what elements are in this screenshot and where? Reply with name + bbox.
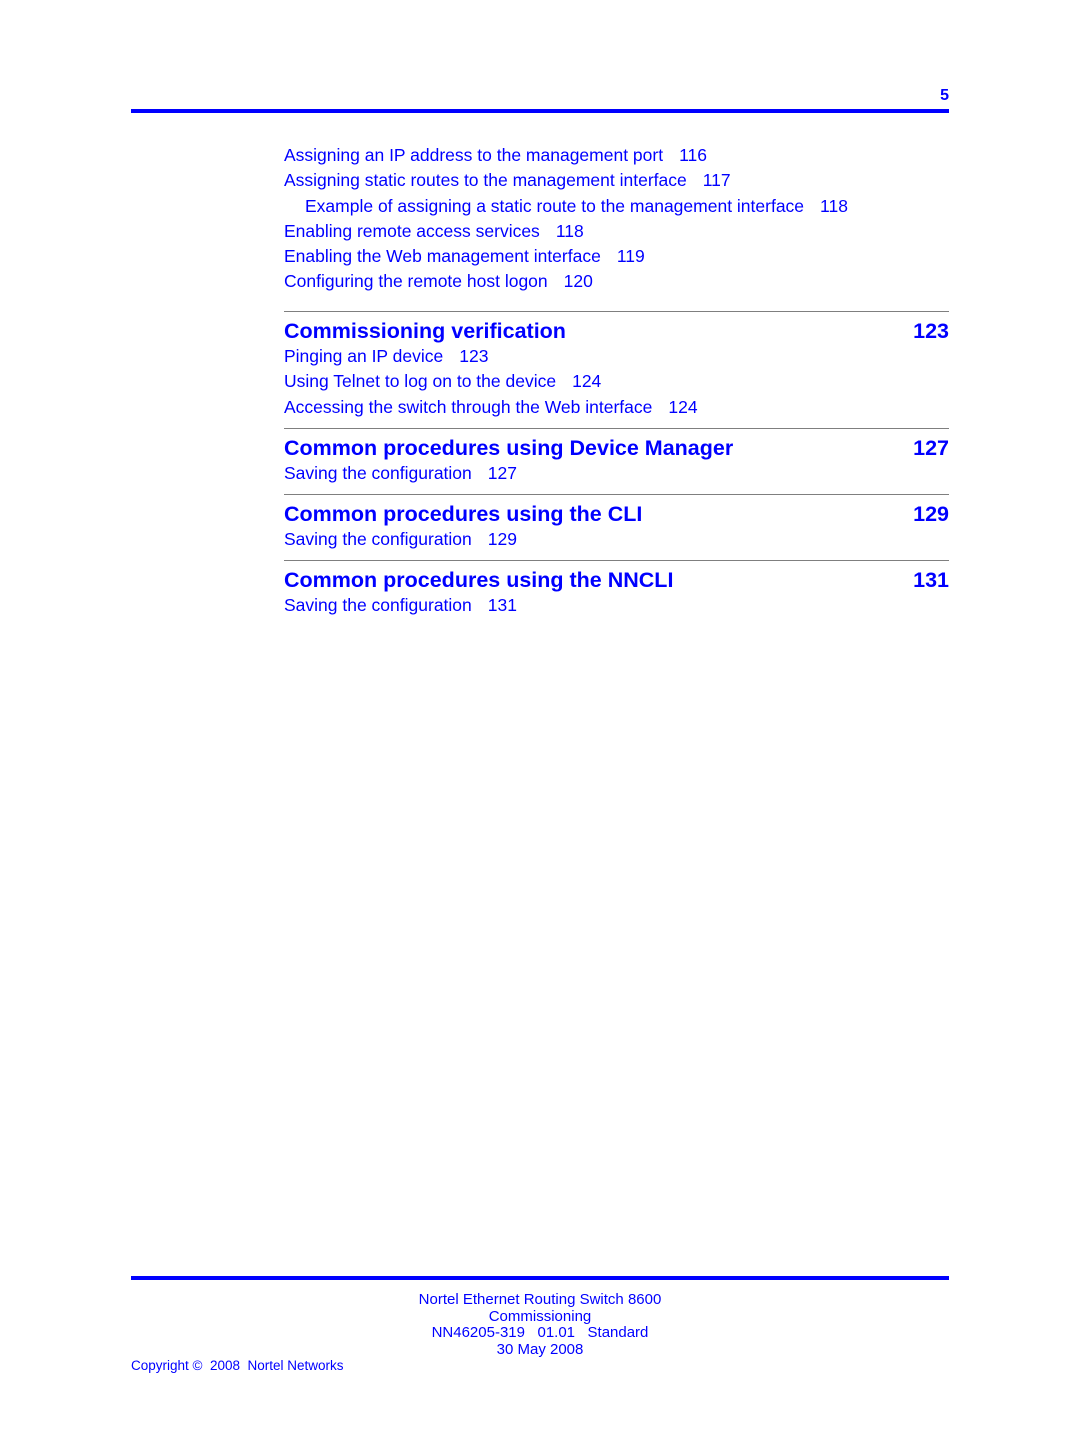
page-number: 5 (940, 87, 949, 104)
toc-entry[interactable]: Using Telnet to log on to the device 124 (284, 369, 949, 394)
chapter-title: Commissioning verification (284, 319, 566, 343)
toc-entry[interactable]: Assigning an IP address to the managemen… (284, 143, 949, 168)
chapter-divider (284, 560, 949, 562)
toc-entry-page: 117 (702, 170, 731, 191)
toc-chapter-group: Common procedures using Device Manager 12… (284, 427, 949, 486)
toc-lead-group: Assigning an IP address to the managemen… (284, 143, 949, 303)
chapter-divider (284, 494, 949, 496)
footer-rule (131, 1276, 949, 1280)
toc-chapter-heading[interactable]: Commissioning verification 123 (284, 318, 949, 344)
toc-entry-page: 127 (487, 462, 517, 483)
toc-entry[interactable]: Saving the configuration 131 (284, 593, 949, 618)
toc-subentry[interactable]: Example of assigning a static route to t… (284, 194, 949, 219)
toc-entry-title: Accessing the switch through the Web int… (284, 396, 653, 417)
toc-entry[interactable]: Configuring the remote host logon 120 (284, 269, 949, 294)
footer-date: 30 May 2008 (496, 1340, 584, 1358)
toc-entry-page: 120 (563, 271, 593, 292)
toc-entry-page: 116 (679, 145, 707, 165)
toc-entry-title: Saving the configuration (284, 462, 472, 483)
toc-entry-page: 118 (555, 220, 584, 241)
chapter-page: 123 (913, 319, 949, 343)
toc-entry-page: 118 (820, 195, 848, 216)
toc-entry-page: 129 (487, 529, 517, 550)
footer-doc-title: Commissioning (488, 1307, 592, 1325)
toc-entry-title: Enabling remote access services (284, 220, 540, 241)
toc-entry-title: Configuring the remote host logon (284, 271, 548, 292)
toc-entry-page: 124 (668, 396, 698, 417)
toc-entry[interactable]: Pinging an IP device 123 (284, 344, 949, 369)
toc-chapter-group: Common procedures using the NNCLI 131 Sav… (284, 560, 949, 618)
toc-entry-title: Assigning static routes to the managemen… (284, 170, 687, 191)
footer-doc-number: NN46205-319 01.01 Standard (431, 1324, 649, 1341)
toc-chapter-group: Common procedures using the CLI 129 Savin… (284, 494, 949, 552)
chapter-page: 129 (913, 502, 949, 527)
chapter-title: Common procedures using the NNCLI (284, 568, 674, 593)
toc-entry-title: Saving the configuration (284, 595, 472, 616)
toc-entry-title: Enabling the Web management interface (284, 246, 601, 267)
toc-entry-title: Using Telnet to log on to the device (284, 371, 557, 392)
chapter-divider (284, 427, 949, 429)
toc-entry-title: Assigning an IP address to the managemen… (284, 145, 664, 165)
footer-product: Nortel Ethernet Routing Switch 8600 (418, 1291, 662, 1308)
table-of-contents: Assigning an IP address to the managemen… (284, 143, 949, 619)
copyright-notice: Copyright © 2008 Nortel Networks (131, 1358, 344, 1373)
toc-entry-page: 131 (487, 595, 517, 616)
toc-entry-page: 123 (459, 346, 489, 366)
toc-entry[interactable]: Saving the configuration 127 (284, 461, 949, 486)
toc-entry-title: Pinging an IP device (284, 346, 444, 366)
toc-entry-page: 124 (572, 371, 602, 392)
toc-chapter-group: Commissioning verification 123 Pinging an… (284, 311, 949, 420)
toc-entry[interactable]: Enabling remote access services 118 (284, 219, 949, 244)
toc-entry[interactable]: Accessing the switch through the Web int… (284, 395, 949, 420)
chapter-page: 131 (913, 568, 949, 593)
toc-entry-title: Saving the configuration (284, 529, 472, 550)
header-rule (131, 109, 949, 113)
toc-chapter-heading[interactable]: Common procedures using the NNCLI 131 (284, 567, 949, 593)
toc-entry-title: Example of assigning a static route to t… (305, 195, 805, 216)
chapter-title: Common procedures using Device Manager (284, 435, 734, 460)
toc-entry[interactable]: Assigning static routes to the managemen… (284, 168, 949, 193)
toc-entry-page: 119 (616, 246, 645, 267)
toc-chapter-heading[interactable]: Common procedures using Device Manager 12… (284, 435, 949, 461)
chapter-divider (284, 311, 949, 312)
toc-entry[interactable]: Saving the configuration 129 (284, 527, 949, 552)
toc-chapter-heading[interactable]: Common procedures using the CLI 129 (284, 501, 949, 527)
footer: Nortel Ethernet Routing Switch 8600 Comm… (131, 1291, 949, 1358)
chapter-title: Common procedures using the CLI (284, 502, 643, 527)
toc-entry[interactable]: Enabling the Web management interface 119 (284, 244, 949, 269)
chapter-page: 127 (913, 435, 949, 460)
